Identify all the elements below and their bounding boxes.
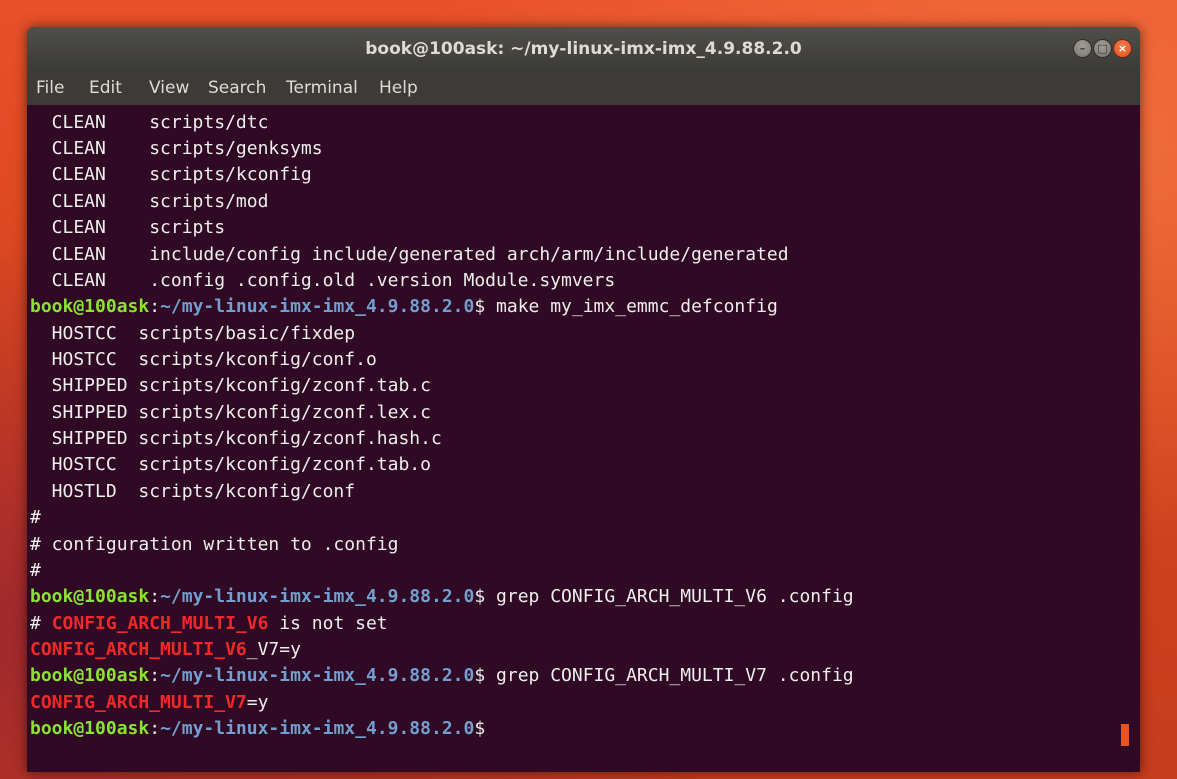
prompt-colon: :	[149, 665, 161, 686]
prompt-user: book@100ask	[30, 296, 150, 317]
output-line: CLEAN scripts	[30, 217, 226, 238]
close-icon: ×	[1117, 42, 1128, 55]
prompt-dollar: $	[474, 718, 486, 739]
output-line: SHIPPED scripts/kconfig/zconf.hash.c	[30, 428, 442, 449]
menu-terminal[interactable]: Terminal	[286, 71, 358, 105]
prompt-dollar: $	[474, 586, 486, 607]
title-bar[interactable]: book@100ask: ~/my-linux-imx-imx_4.9.88.2…	[27, 27, 1140, 71]
window-title: book@100ask: ~/my-linux-imx-imx_4.9.88.2…	[365, 39, 802, 59]
output-line: CLEAN scripts/genksyms	[30, 138, 323, 159]
prompt-user: book@100ask	[30, 586, 150, 607]
output-line: SHIPPED scripts/kconfig/zconf.lex.c	[30, 402, 431, 423]
output-line: #	[30, 560, 41, 581]
grep-match: CONFIG_ARCH_MULTI_V7	[30, 692, 247, 713]
match-rest: =y	[246, 692, 269, 713]
command-line: book@100ask:~/my-linux-imx-imx_4.9.88.2.…	[30, 716, 485, 742]
prompt-user: book@100ask	[30, 665, 150, 686]
menu-edit[interactable]: Edit	[89, 71, 122, 105]
output-line: HOSTCC scripts/kconfig/conf.o	[30, 349, 377, 370]
menu-bar: File Edit View Search Terminal Help	[27, 71, 1140, 105]
terminal-window: book@100ask: ~/my-linux-imx-imx_4.9.88.2…	[27, 27, 1140, 772]
output-line: HOSTLD scripts/kconfig/conf	[30, 481, 356, 502]
grep-match: CONFIG_ARCH_MULTI_V6	[30, 639, 247, 660]
command-text: make my_imx_emmc_defconfig	[485, 296, 778, 317]
prompt-colon: :	[149, 718, 161, 739]
output-line: # configuration written to .config	[30, 534, 399, 555]
output-line: HOSTCC scripts/basic/fixdep	[30, 323, 356, 344]
output-line: SHIPPED scripts/kconfig/zconf.tab.c	[30, 375, 431, 396]
output-line: HOSTCC scripts/kconfig/zconf.tab.o	[30, 454, 431, 475]
command-text: grep CONFIG_ARCH_MULTI_V7 .config	[485, 665, 854, 686]
prompt-user: book@100ask	[30, 718, 150, 739]
match-rest: is not set	[268, 613, 388, 634]
command-line: book@100ask:~/my-linux-imx-imx_4.9.88.2.…	[30, 294, 778, 320]
output-line: CLEAN include/config include/generated a…	[30, 244, 789, 265]
prompt-colon: :	[149, 296, 161, 317]
menu-file[interactable]: File	[36, 71, 64, 105]
prompt-dollar: $	[474, 665, 486, 686]
match-rest: _V7=y	[246, 639, 301, 660]
menu-view[interactable]: View	[149, 71, 189, 105]
output-line: CLEAN scripts/dtc	[30, 112, 269, 133]
close-button[interactable]: ×	[1113, 39, 1132, 58]
output-line: #	[30, 507, 41, 528]
output-line: CONFIG_ARCH_MULTI_V6_V7=y	[30, 637, 301, 663]
minimize-button[interactable]: –	[1073, 39, 1092, 58]
maximize-button[interactable]: □	[1093, 39, 1112, 58]
grep-match: CONFIG_ARCH_MULTI_V6	[51, 613, 269, 634]
prompt-path: ~/my-linux-imx-imx_4.9.88.2.0	[160, 718, 475, 739]
prompt-path: ~/my-linux-imx-imx_4.9.88.2.0	[160, 665, 475, 686]
menu-help[interactable]: Help	[379, 71, 418, 105]
menu-search[interactable]: Search	[208, 71, 266, 105]
output-line: CONFIG_ARCH_MULTI_V7=y	[30, 690, 268, 716]
prompt-dollar: $	[474, 296, 486, 317]
command-line: book@100ask:~/my-linux-imx-imx_4.9.88.2.…	[30, 663, 854, 689]
text-cursor	[1121, 724, 1129, 746]
comment-hash: #	[30, 613, 52, 634]
minimize-icon: –	[1079, 42, 1086, 55]
command-text: grep CONFIG_ARCH_MULTI_V6 .config	[485, 586, 854, 607]
output-line: CLEAN scripts/kconfig	[30, 164, 312, 185]
prompt-colon: :	[149, 586, 161, 607]
maximize-icon: □	[1097, 42, 1108, 55]
output-line: CLEAN .config .config.old .version Modul…	[30, 270, 616, 291]
output-line: # CONFIG_ARCH_MULTI_V6 is not set	[30, 611, 388, 637]
prompt-path: ~/my-linux-imx-imx_4.9.88.2.0	[160, 296, 475, 317]
prompt-path: ~/my-linux-imx-imx_4.9.88.2.0	[160, 586, 475, 607]
terminal-output[interactable]: CLEAN scripts/dtc CLEAN scripts/genksyms…	[27, 105, 1140, 772]
command-line: book@100ask:~/my-linux-imx-imx_4.9.88.2.…	[30, 584, 854, 610]
output-line: CLEAN scripts/mod	[30, 191, 269, 212]
